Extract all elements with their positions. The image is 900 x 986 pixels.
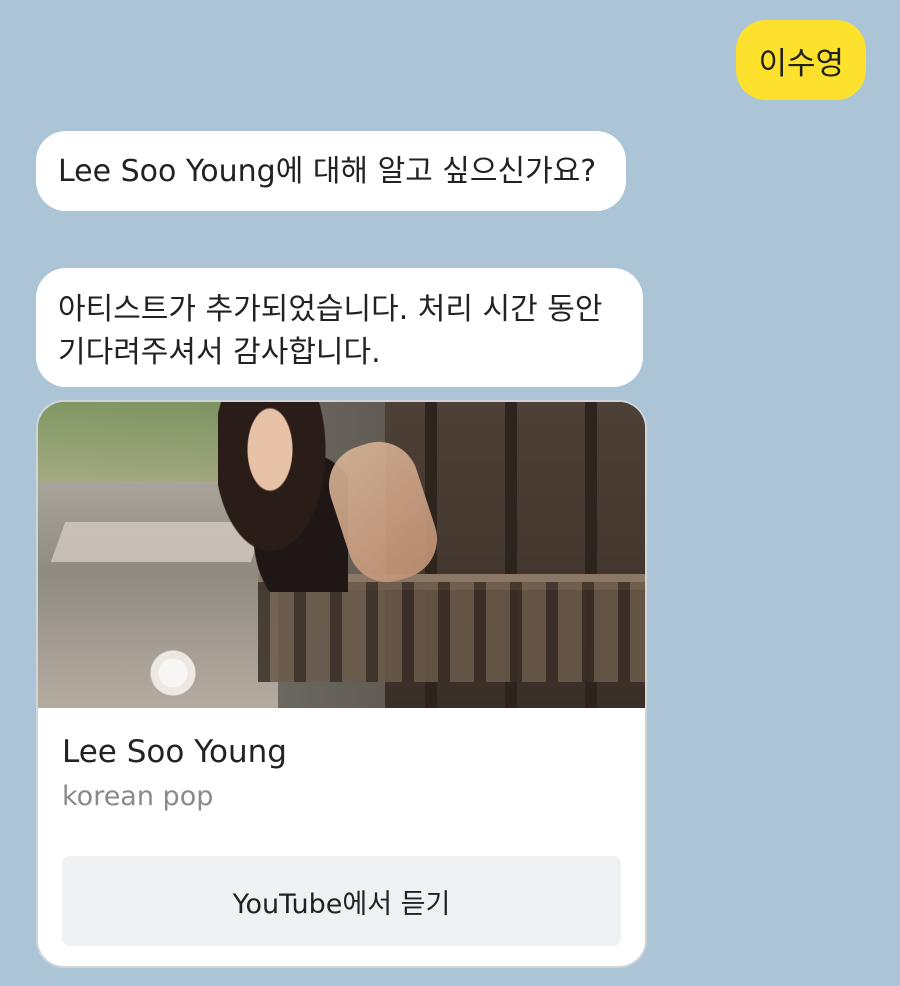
bot-message-text: 아티스트가 추가되었습니다. 처리 시간 동안 기다려주셔서 감사합니다.	[58, 292, 603, 370]
photo-person	[218, 402, 348, 592]
artist-card-body: Lee Soo Young korean pop YouTube에서 듣기	[38, 732, 645, 946]
artist-name: Lee Soo Young	[62, 734, 287, 770]
artist-genre: korean pop	[62, 781, 214, 812]
user-message-text: 이수영	[758, 45, 844, 82]
artist-photo	[38, 402, 645, 708]
user-message-bubble: 이수영	[736, 20, 866, 100]
artist-card: Lee Soo Young korean pop YouTube에서 듣기	[36, 400, 647, 968]
youtube-listen-button[interactable]: YouTube에서 듣기	[62, 856, 621, 946]
photo-background	[148, 648, 198, 698]
bot-message-bubble: Lee Soo Young에 대해 알고 싶으신가요?	[36, 131, 626, 211]
photo-background	[38, 402, 228, 482]
bot-message-text: Lee Soo Young에 대해 알고 싶으신가요?	[58, 153, 597, 189]
bot-message-bubble: 아티스트가 추가되었습니다. 처리 시간 동안 기다려주셔서 감사합니다.	[36, 268, 643, 387]
photo-background	[258, 582, 645, 682]
